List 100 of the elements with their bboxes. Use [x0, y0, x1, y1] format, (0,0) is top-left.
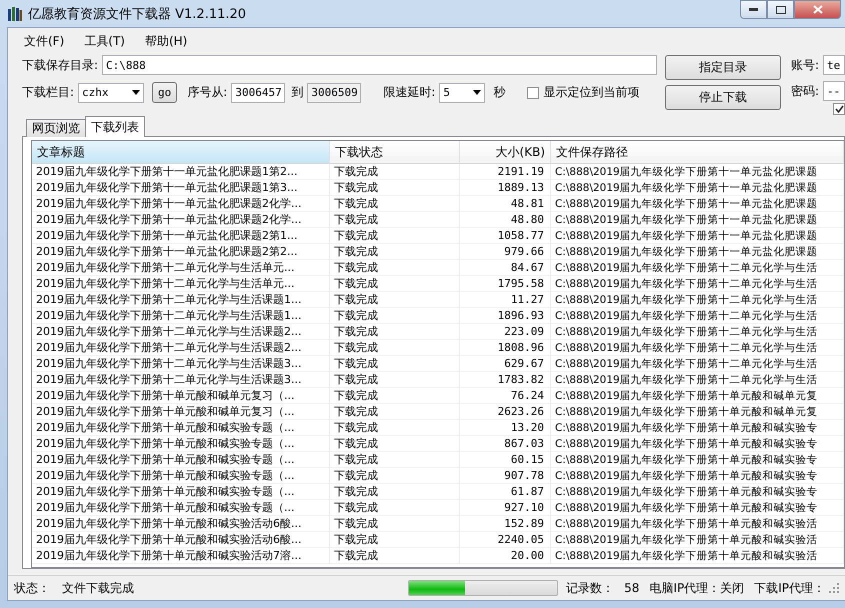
menu-item[interactable]: 工具(T)	[76, 33, 137, 50]
table-cell: 2019届九年级化学下册第十单元酸和碱单元复习（...	[32, 404, 330, 420]
table-cell: C:\888\2019届九年级化学下册第十二单元化学与生活	[551, 292, 844, 308]
table-cell: 下载完成	[330, 292, 460, 308]
table-cell: 2019届九年级化学下册第十一单元盐化肥课题2第2...	[32, 244, 330, 260]
delay-label: 限速延时:	[383, 84, 436, 101]
records-label: 记录数：	[566, 580, 614, 596]
table-cell: 629.67	[460, 356, 551, 372]
locate-checkbox[interactable]	[527, 86, 540, 98]
table-cell: 927.10	[460, 500, 551, 516]
save-dir-field[interactable]: C:\888	[102, 55, 657, 75]
table-cell: C:\888\2019届九年级化学下册第十一单元盐化肥课题	[551, 212, 844, 228]
minimize-button[interactable]	[740, 0, 767, 19]
dropdown-caret-icon	[473, 90, 482, 95]
from-label: 序号从:	[187, 84, 228, 101]
password-field[interactable]: --	[823, 81, 845, 101]
save-dir-label: 下载保存目录:	[22, 56, 98, 74]
table-cell: 48.81	[460, 196, 551, 212]
table-cell: 下载完成	[330, 340, 460, 356]
column-select[interactable]: czhx	[78, 82, 144, 102]
table-cell: C:\888\2019届九年级化学下册第十一单元盐化肥课题	[551, 180, 844, 196]
column-header[interactable]: 大小(KB)	[460, 141, 551, 164]
go-button[interactable]: go	[152, 82, 178, 103]
table-cell: C:\888\2019届九年级化学下册第十二单元化学与生活	[551, 356, 844, 372]
tab[interactable]: 下载列表	[85, 116, 145, 137]
table-cell: 下载完成	[330, 468, 460, 484]
table-cell: 61.87	[460, 484, 551, 500]
table-cell: 84.67	[460, 260, 551, 276]
table-cell: 2623.26	[460, 404, 551, 420]
table-cell: 下载完成	[330, 388, 460, 404]
table-cell: 2019届九年级化学下册第十二单元化学与生活单元...	[32, 260, 330, 276]
column-header[interactable]: 文件保存路径	[551, 141, 844, 164]
resize-grip-icon	[829, 583, 839, 593]
table-cell: 867.03	[460, 436, 551, 452]
download-proxy-label: 下载IP代理：	[754, 580, 825, 596]
table-cell: 2019届九年级化学下册第十一单元盐化肥课题2第1...	[32, 228, 330, 244]
table-cell: 下载完成	[330, 180, 460, 196]
table-cell: 2019届九年级化学下册第十单元酸和碱实验专题（...	[32, 436, 330, 452]
table-cell: 下载完成	[330, 196, 460, 212]
table-cell: C:\888\2019届九年级化学下册第十二单元化学与生活	[551, 340, 844, 356]
table-cell: 下载完成	[330, 244, 460, 260]
column-label: 下载栏目:	[22, 84, 74, 101]
table-cell: 76.24	[460, 388, 551, 404]
menu-item[interactable]: 帮助(H)	[136, 33, 200, 50]
option-checkbox[interactable]	[833, 103, 845, 115]
table-cell: 下载完成	[330, 228, 460, 244]
table-cell: 2019届九年级化学下册第十单元酸和碱实验专题（...	[32, 484, 330, 500]
table-cell: 1896.93	[460, 308, 551, 324]
locate-checkbox-label: 显示定位到当前项	[543, 84, 640, 101]
table-cell: 下载完成	[330, 404, 460, 420]
table-cell: C:\888\2019届九年级化学下册第十二单元化学与生活	[551, 260, 844, 276]
choose-dir-button[interactable]: 指定目录	[664, 55, 781, 80]
table-cell: 下载完成	[330, 212, 460, 228]
table-cell: 907.78	[460, 468, 551, 484]
table-cell: C:\888\2019届九年级化学下册第十单元酸和碱实验活	[551, 532, 844, 548]
table-cell: 2019届九年级化学下册第十二单元化学与生活单元...	[32, 276, 330, 292]
table-cell: 2019届九年级化学下册第十二单元化学与生活课题1...	[32, 292, 330, 308]
table-cell: 下载完成	[330, 532, 460, 548]
records-count: 58	[624, 581, 640, 595]
menu-item[interactable]: 文件(F)	[16, 33, 76, 50]
table-cell: 2019届九年级化学下册第十二单元化学与生活课题3...	[32, 356, 330, 372]
table-cell: C:\888\2019届九年级化学下册第十一单元盐化肥课题	[551, 228, 844, 244]
table-cell: 1808.96	[460, 340, 551, 356]
table-cell: C:\888\2019届九年级化学下册第十单元酸和碱实验专	[551, 436, 844, 452]
table-cell: 下载完成	[330, 436, 460, 452]
column-header[interactable]: 下载状态	[330, 141, 460, 164]
tab[interactable]: 网页浏览	[26, 119, 86, 137]
delay-select[interactable]: 5	[439, 82, 486, 102]
table-cell: 2019届九年级化学下册第十二单元化学与生活课题1...	[32, 308, 330, 324]
table-cell: 下载完成	[330, 516, 460, 532]
from-field[interactable]: 3006457	[231, 82, 286, 102]
table-cell: 979.66	[460, 244, 551, 260]
table-cell: 60.15	[460, 452, 551, 468]
close-button[interactable]	[794, 0, 841, 19]
account-label: 账号:	[790, 56, 819, 74]
account-field[interactable]: te	[823, 55, 845, 75]
table-cell: 20.00	[460, 548, 551, 564]
table-cell: C:\888\2019届九年级化学下册第十一单元盐化肥课题	[551, 164, 844, 180]
table-cell: 2019届九年级化学下册第十二单元化学与生活课题2...	[32, 324, 330, 340]
table-cell: 2019届九年级化学下册第十单元酸和碱实验专题（...	[32, 468, 330, 484]
column-header[interactable]: 文章标题	[32, 141, 330, 164]
table-cell: 下载完成	[330, 420, 460, 436]
table-cell: 下载完成	[330, 500, 460, 516]
table-cell: 2019届九年级化学下册第十二单元化学与生活课题3...	[32, 372, 330, 388]
table-cell: 2019届九年级化学下册第十一单元盐化肥课题2化学...	[32, 196, 330, 212]
table-cell: C:\888\2019届九年级化学下册第十单元酸和碱实验专	[551, 500, 844, 516]
table-cell: 下载完成	[330, 452, 460, 468]
table-cell: 11.27	[460, 292, 551, 308]
table-cell: 下载完成	[330, 372, 460, 388]
table-cell: C:\888\2019届九年级化学下册第十二单元化学与生活	[551, 372, 844, 388]
table-cell: C:\888\2019届九年级化学下册第十二单元化学与生活	[551, 308, 844, 324]
maximize-button[interactable]	[767, 0, 794, 19]
table-cell: 2019届九年级化学下册第十单元酸和碱实验专题（...	[32, 420, 330, 436]
table-cell: 1058.77	[460, 228, 551, 244]
table-cell: C:\888\2019届九年级化学下册第十二单元化学与生活	[551, 324, 844, 340]
table-cell: 下载完成	[330, 164, 460, 180]
table-cell: 下载完成	[330, 276, 460, 292]
stop-download-button[interactable]: 停止下载	[664, 85, 781, 110]
to-label: 到	[291, 84, 304, 101]
status-label: 状态：	[14, 580, 50, 596]
